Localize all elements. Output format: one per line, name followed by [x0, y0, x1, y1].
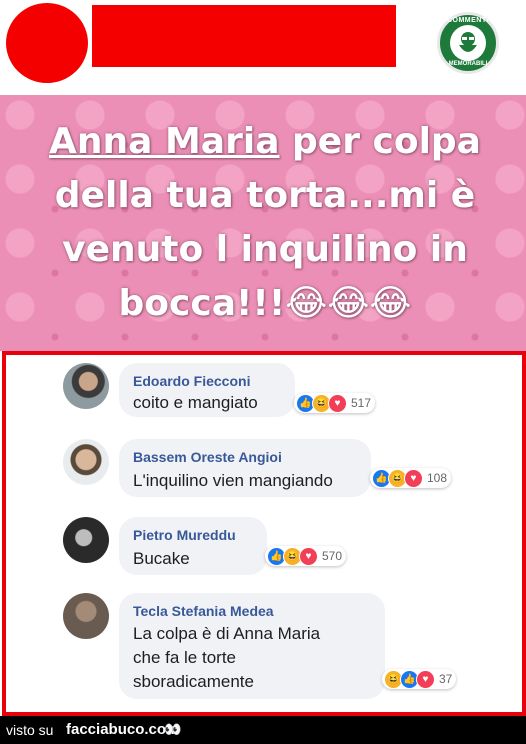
comment-text-line: La colpa è di Anna Maria: [133, 624, 321, 643]
meme-caption-line1: per colpa: [279, 121, 481, 162]
footer-site-link[interactable]: facciabuco.com: [66, 721, 179, 738]
reaction-count: 37: [439, 672, 453, 686]
comment-bubble: Edoardo Fiecconi coito e mangiato: [119, 363, 295, 417]
comment-text: Bucake: [133, 549, 190, 568]
logo-text-bottom: MEMORABILI: [448, 61, 488, 67]
comments-panel: Edoardo Fiecconi coito e mangiato 👍 😆 ♥ …: [2, 351, 526, 716]
comment-text: L'inquilino vien mangiando: [133, 471, 333, 490]
comment-bubble: Tecla Stefania Medea La colpa è di Anna …: [119, 593, 385, 699]
avatar[interactable]: [63, 517, 109, 563]
comment-author[interactable]: Tecla Stefania Medea: [133, 603, 274, 619]
footer-prefix: visto su: [6, 722, 54, 738]
meme-caption-line3: venuto l inquilino in: [62, 229, 468, 270]
reaction-count: 570: [322, 549, 343, 563]
reaction-summary[interactable]: 👍 😆 ♥ 570: [265, 546, 347, 566]
reaction-summary[interactable]: 👍 😆 ♥ 108: [370, 468, 452, 488]
watermark-footer: visto su facciabuco.com 👀: [0, 716, 526, 744]
comment-author[interactable]: Pietro Mureddu: [133, 527, 236, 543]
meme-caption: Anna Maria per colpa della tua torta...m…: [30, 115, 500, 331]
bearded-face-icon: [450, 25, 486, 61]
redacted-avatar: [6, 3, 88, 83]
meme-caption-line4: bocca!!!😂😂😂: [118, 283, 412, 324]
logo-text-top: COMMENTI: [446, 17, 490, 24]
reaction-summary[interactable]: 👍 😆 ♥ 517: [294, 393, 376, 413]
meme-caption-name: Anna Maria: [49, 121, 280, 162]
comment-text: coito e mangiato: [133, 393, 258, 412]
comment-author[interactable]: Edoardo Fiecconi: [133, 373, 250, 389]
love-icon: ♥: [299, 546, 318, 566]
meme-caption-line2: della tua torta...mi è: [54, 175, 476, 216]
eyes-icon: 👀: [164, 721, 182, 737]
post-header: COMMENTI MEMORABILI: [0, 0, 526, 95]
comment-text-line: che fa le torte: [133, 648, 237, 667]
comment-bubble: Pietro Mureddu Bucake: [119, 517, 267, 575]
redacted-name: [92, 5, 396, 67]
comment-text-line: sboradicamente: [133, 672, 254, 691]
love-icon: ♥: [328, 393, 347, 413]
love-icon: ♥: [416, 669, 435, 689]
reaction-summary[interactable]: 😆 👍 ♥ 37: [382, 669, 457, 689]
avatar[interactable]: [63, 363, 109, 409]
love-icon: ♥: [404, 468, 423, 488]
meme-image: Anna Maria per colpa della tua torta...m…: [0, 95, 526, 351]
avatar[interactable]: [63, 439, 109, 485]
comment-bubble: Bassem Oreste Angioi L'inquilino vien ma…: [119, 439, 371, 497]
commenti-memorabili-logo: COMMENTI MEMORABILI: [437, 12, 499, 74]
reaction-count: 517: [351, 396, 372, 410]
comment-author[interactable]: Bassem Oreste Angioi: [133, 449, 282, 465]
reaction-count: 108: [427, 471, 448, 485]
avatar[interactable]: [63, 593, 109, 639]
